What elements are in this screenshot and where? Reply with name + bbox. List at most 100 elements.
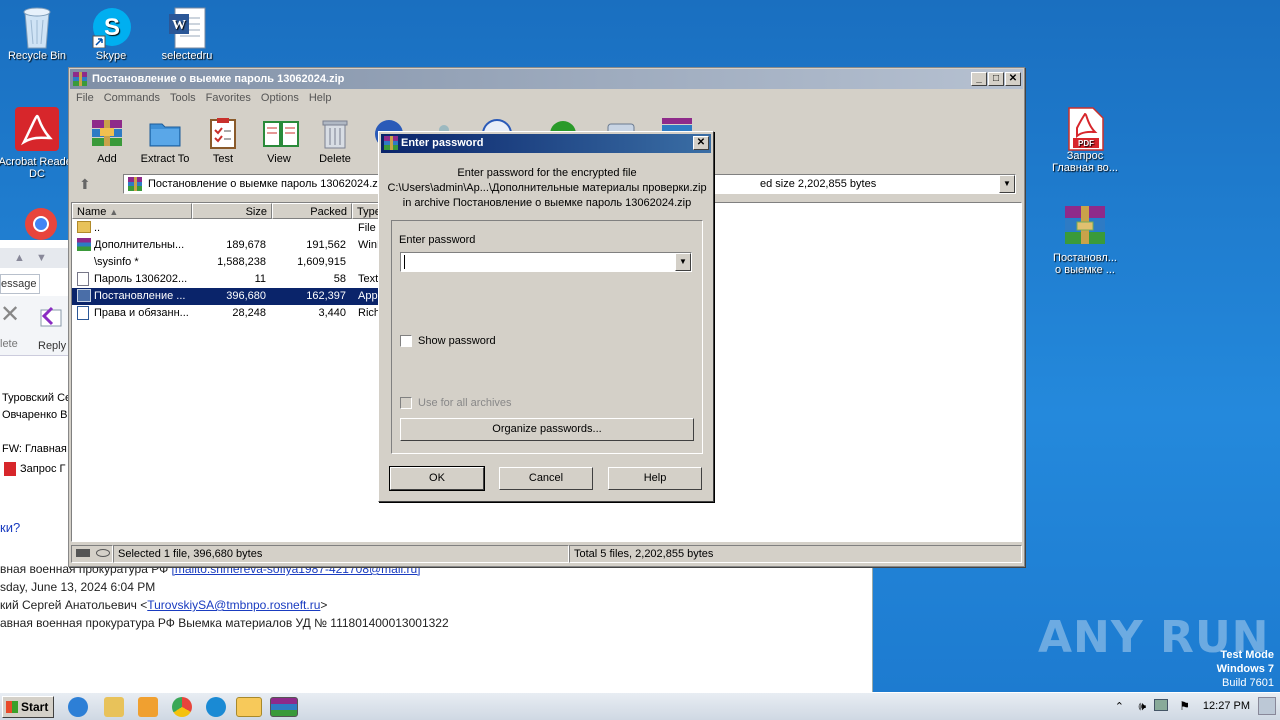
outlook-taskbar-icon[interactable] <box>236 697 262 717</box>
action-center-flag-icon[interactable]: ⚑ <box>1179 699 1190 713</box>
menu-file[interactable]: File <box>71 90 99 106</box>
file-row[interactable]: \sysinfo * 1,588,238 1,609,915 <box>72 254 382 271</box>
delete-label: Delete <box>319 153 351 165</box>
rtf-file-icon <box>77 306 89 320</box>
clock[interactable]: 12:27 PM <box>1203 700 1250 712</box>
list-item[interactable]: FW: Главная <box>2 443 70 455</box>
dialog-close-button[interactable]: ✕ <box>693 136 709 150</box>
add-button[interactable]: Add <box>75 116 139 165</box>
desktop-icon-acrobat-reader[interactable]: Acrobat Reader DC <box>0 106 76 180</box>
show-password-label: Show password <box>418 335 496 347</box>
file-row[interactable]: Дополнительны... 189,678 191,562 WinR <box>72 237 385 254</box>
show-desktop-button[interactable] <box>1258 697 1276 715</box>
maximize-button[interactable]: □ <box>988 72 1004 86</box>
file-row-parent[interactable]: .. File f <box>72 220 382 237</box>
chrome-icon[interactable] <box>172 697 192 717</box>
menu-commands[interactable]: Commands <box>99 90 165 106</box>
drive-icon <box>76 549 90 557</box>
desktop-icon-rar-archive[interactable]: Постановл... о выемке ... <box>1046 204 1124 276</box>
drive-status-icons <box>71 545 113 563</box>
edge-icon[interactable] <box>206 697 226 717</box>
svg-text:S: S <box>104 14 120 41</box>
extract-to-button[interactable]: Extract To <box>133 116 197 165</box>
archive-path-text: Постановление о выемке пароль 13062024.z… <box>148 178 387 190</box>
tray-expand-icon[interactable]: ⌃ <box>1115 700 1124 713</box>
svg-text:W: W <box>172 18 186 33</box>
use-for-all-checkbox[interactable] <box>400 397 412 409</box>
file-packed: 3,440 <box>318 307 346 319</box>
winrar-title-bar[interactable]: Постановление о выемке пароль 13062024.z… <box>70 69 1023 89</box>
test-clipboard-icon <box>206 116 240 150</box>
close-button[interactable]: ✕ <box>1005 72 1021 86</box>
desktop-icon-word-doc[interactable]: W selectedru <box>148 6 226 62</box>
extract-to-label: Extract To <box>140 153 190 165</box>
tab-message[interactable]: essage <box>0 274 40 294</box>
delete-button[interactable]: ✕ lete <box>0 300 20 350</box>
start-button[interactable]: Start <box>2 696 54 718</box>
folder-up-icon <box>77 221 91 233</box>
menu-help[interactable]: Help <box>304 90 337 106</box>
column-size[interactable]: Size <box>192 203 272 219</box>
network-icon[interactable] <box>1154 699 1168 711</box>
to-email-link[interactable]: TurovskiySA@tmbnpo.rosneft.ru <box>147 598 320 612</box>
help-button[interactable]: Help <box>608 467 702 490</box>
winrar-archive-icon <box>1061 204 1109 248</box>
test-mode-text: Test Mode Windows 7 Build 7601 <box>1217 648 1274 690</box>
ok-button[interactable]: OK <box>389 466 485 491</box>
file-size: 1,588,238 <box>217 256 266 268</box>
organize-passwords-button[interactable]: Organize passwords... <box>400 418 694 441</box>
mail-subject-line: авная военная прокуратура РФ Выемка мате… <box>0 616 449 630</box>
list-item[interactable]: Запрос Г <box>20 463 70 475</box>
winrar-app-icon <box>384 136 398 150</box>
status-bar: Selected 1 file, 396,680 bytes Total 5 f… <box>71 545 1022 563</box>
column-packed[interactable]: Packed <box>272 203 352 219</box>
menu-tools[interactable]: Tools <box>165 90 201 106</box>
arrow-down-icon[interactable]: ▼ <box>36 252 47 264</box>
file-name: Дополнительны... <box>94 239 185 251</box>
archive-size-text: ed size 2,202,855 bytes <box>760 178 877 190</box>
menu-favorites[interactable]: Favorites <box>201 90 256 106</box>
menu-options[interactable]: Options <box>256 90 304 106</box>
ie-icon[interactable] <box>68 697 88 717</box>
build-line: Build 7601 <box>1222 677 1274 689</box>
winrar-taskbar-icon[interactable] <box>270 697 298 717</box>
media-player-icon[interactable] <box>138 697 158 717</box>
mail-to-line: кий Сергей Анатольевич <TurovskiySA@tmbn… <box>0 598 327 612</box>
file-row[interactable]: Права и обязанн... 28,248 3,440 Rich <box>72 305 382 322</box>
prompt-text: Enter password for the encrypted file <box>457 167 637 179</box>
desktop-icon-skype[interactable]: S Skype <box>72 6 150 62</box>
desktop-icon-pdf-file[interactable]: PDF Запрос Главная во... <box>1046 106 1124 174</box>
skype-icon: S <box>91 6 131 49</box>
add-label: Add <box>97 153 117 165</box>
windows-logo-icon <box>6 701 18 713</box>
winrar-app-icon <box>73 72 87 86</box>
cancel-button[interactable]: Cancel <box>499 467 593 490</box>
arrow-up-icon[interactable]: ▲ <box>14 252 25 264</box>
file-name: .. <box>94 222 101 234</box>
minimize-button[interactable]: _ <box>971 72 987 86</box>
to-suffix: > <box>320 598 328 612</box>
recycle-bin-icon <box>17 6 57 49</box>
show-password-checkbox[interactable] <box>400 335 412 347</box>
explorer-icon[interactable] <box>104 697 124 717</box>
up-folder-icon[interactable]: ⬆ <box>79 176 107 192</box>
column-name[interactable]: Name ▲ <box>72 203 192 219</box>
volume-icon[interactable]: 🕪 <box>1138 699 1146 714</box>
file-packed: 1,609,915 <box>297 256 346 268</box>
test-mode-line: Test Mode <box>1220 649 1274 661</box>
dialog-title-bar[interactable]: Enter password ✕ <box>381 134 711 153</box>
file-size: 396,680 <box>226 290 266 302</box>
reply-button[interactable]: Reply <box>34 300 68 352</box>
password-input[interactable]: ▼ <box>400 252 692 272</box>
list-item[interactable]: Туровский Се <box>2 392 70 404</box>
list-item[interactable]: Овчаренко В <box>2 409 70 421</box>
view-button[interactable]: View <box>247 116 311 165</box>
question-text: ки? <box>0 520 21 535</box>
desktop-icon-recycle-bin[interactable]: Recycle Bin <box>0 6 76 62</box>
chevron-down-icon[interactable]: ▼ <box>675 253 691 271</box>
file-name: Пароль 1306202... <box>94 273 188 285</box>
file-row[interactable]: Пароль 1306202... 11 58 Text <box>72 271 382 288</box>
file-row-selected[interactable]: Постановление ... 396,680 162,397 Appl <box>72 288 382 305</box>
test-button[interactable]: Test <box>191 116 255 165</box>
chevron-down-icon[interactable]: ▼ <box>999 175 1015 193</box>
